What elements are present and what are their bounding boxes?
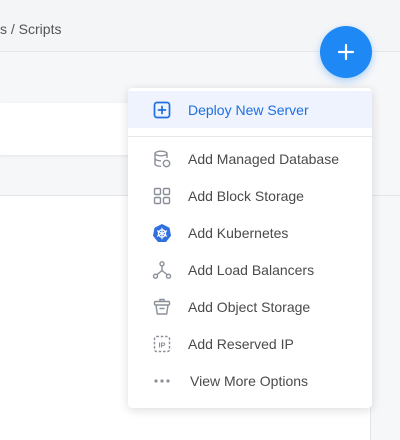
breadcrumb: s / Scripts: [0, 21, 62, 37]
more-dots-icon: [152, 371, 172, 391]
bucket-icon: [152, 297, 172, 317]
menu-item-deploy-new-server[interactable]: Deploy New Server: [128, 91, 372, 128]
menu-item-add-load-balancers[interactable]: Add Load Balancers: [128, 251, 372, 288]
load-balancer-icon: [152, 260, 172, 280]
add-fab-button[interactable]: [320, 26, 372, 78]
background-card: [0, 103, 140, 155]
menu-item-add-kubernetes[interactable]: Add Kubernetes: [128, 214, 372, 251]
add-menu: Deploy New Server Add Managed Database A…: [128, 88, 372, 408]
menu-item-add-block-storage[interactable]: Add Block Storage: [128, 177, 372, 214]
menu-item-label: Add Reserved IP: [188, 335, 294, 352]
menu-item-label: Deploy New Server: [188, 101, 309, 118]
plus-square-icon: [152, 100, 172, 120]
reserved-ip-icon: IP: [152, 334, 172, 354]
menu-item-label: Add Object Storage: [188, 298, 311, 315]
svg-text:IP: IP: [158, 340, 165, 349]
grid-blocks-icon: [152, 186, 172, 206]
menu-item-label: Add Managed Database: [188, 150, 339, 167]
menu-divider: [128, 136, 372, 137]
menu-item-add-reserved-ip[interactable]: IP Add Reserved IP: [128, 325, 372, 362]
kubernetes-icon: [152, 223, 172, 243]
menu-item-label: View More Options: [190, 372, 309, 389]
menu-item-add-managed-database[interactable]: Add Managed Database: [128, 140, 372, 177]
menu-item-label: Add Kubernetes: [188, 224, 289, 241]
plus-icon: [337, 43, 355, 61]
menu-item-view-more-options[interactable]: View More Options: [128, 362, 372, 399]
menu-item-label: Add Block Storage: [188, 187, 304, 204]
menu-item-add-object-storage[interactable]: Add Object Storage: [128, 288, 372, 325]
database-icon: [152, 149, 172, 169]
menu-item-label: Add Load Balancers: [188, 261, 315, 278]
